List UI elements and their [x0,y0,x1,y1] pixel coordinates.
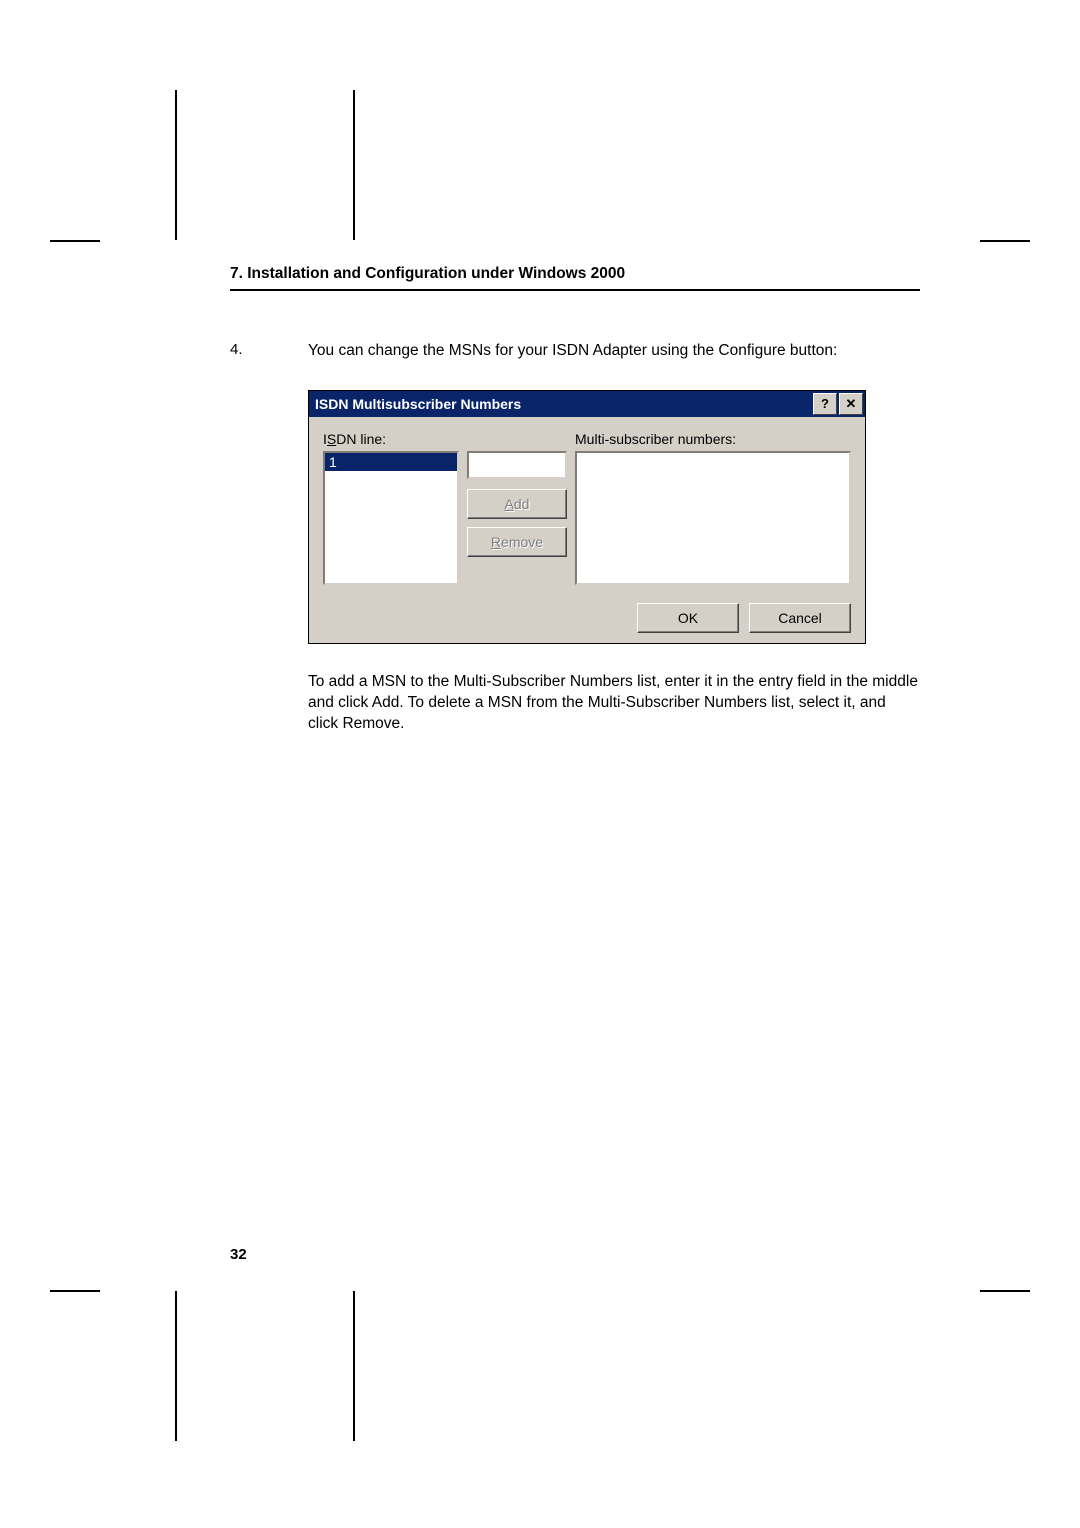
add-button[interactable]: Add [467,489,567,519]
crop-mark [980,240,1030,242]
isdn-line-column: ISDN line: 1 [323,431,459,585]
help-button[interactable]: ? [813,393,837,415]
msn-listbox[interactable] [575,451,851,585]
crop-mark [50,240,100,242]
crop-mark [175,90,177,240]
step-outro-text: To add a MSN to the Multi-Subscriber Num… [308,672,920,735]
isdn-line-item[interactable]: 1 [325,453,457,471]
close-icon: ✕ [846,396,857,412]
crop-mark [353,1291,355,1441]
isdn-line-listbox[interactable]: 1 [323,451,459,585]
isdn-line-label: ISDN line: [323,431,459,447]
step-number-spacer [230,672,308,735]
dialog-titlebar: ISDN Multisubscriber Numbers ? ✕ [309,391,865,417]
step-intro-text: You can change the MSNs for your ISDN Ad… [308,341,920,362]
step-row: 4. You can change the MSNs for your ISDN… [230,341,920,362]
cancel-button[interactable]: Cancel [749,603,851,633]
msn-entry-input[interactable] [467,451,567,479]
section-header: 7. Installation and Configuration under … [230,265,920,289]
step-number: 4. [230,341,308,362]
dialog-title: ISDN Multisubscriber Numbers [315,396,521,412]
ok-button[interactable]: OK [637,603,739,633]
dialog-body: ISDN line: 1 Add Remove Multi-subscriber… [309,417,865,643]
step-outro-row: To add a MSN to the Multi-Subscriber Num… [230,672,920,735]
dialog-footer: OK Cancel [323,603,851,633]
remove-button[interactable]: Remove [467,527,567,557]
page-number: 32 [230,1246,247,1263]
crop-mark [175,1291,177,1441]
msn-label: Multi-subscriber numbers: [575,431,851,447]
page-content: 7. Installation and Configuration under … [230,265,920,735]
crop-mark [50,1290,100,1292]
crop-mark [980,1290,1030,1292]
msn-column: Multi-subscriber numbers: [575,431,851,585]
dialog-columns: ISDN line: 1 Add Remove Multi-subscriber… [323,431,851,585]
header-rule [230,289,920,291]
middle-column: Add Remove [467,431,567,585]
dialog-screenshot: ISDN Multisubscriber Numbers ? ✕ ISDN li… [308,390,920,644]
isdn-dialog: ISDN Multisubscriber Numbers ? ✕ ISDN li… [308,390,866,644]
crop-mark [353,90,355,240]
help-icon: ? [821,396,829,411]
spacer-label [467,431,567,447]
close-button[interactable]: ✕ [839,393,863,415]
